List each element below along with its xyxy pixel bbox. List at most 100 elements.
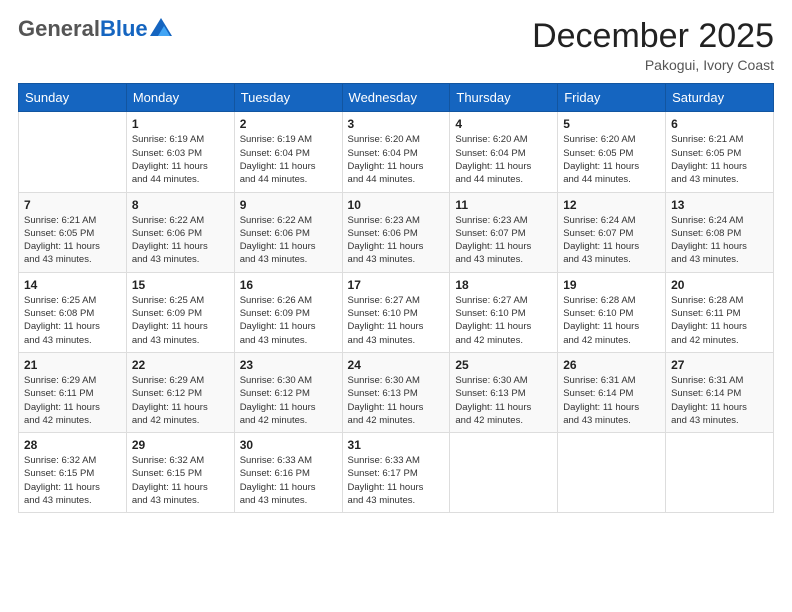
calendar-cell: 30 Sunrise: 6:33 AMSunset: 6:16 PMDayligh… — [234, 433, 342, 513]
day-number: 19 — [563, 278, 660, 292]
calendar-cell: 13 Sunrise: 6:24 AMSunset: 6:08 PMDayligh… — [666, 192, 774, 272]
day-info: Sunrise: 6:33 AMSunset: 6:16 PMDaylight:… — [240, 454, 337, 507]
day-number: 30 — [240, 438, 337, 452]
day-info: Sunrise: 6:19 AMSunset: 6:03 PMDaylight:… — [132, 133, 229, 186]
month-title: December 2025 — [532, 18, 774, 55]
day-info: Sunrise: 6:29 AMSunset: 6:12 PMDaylight:… — [132, 374, 229, 427]
calendar-cell: 11Sunrise: 6:23 AMSunset: 6:07 PMDayligh… — [450, 192, 558, 272]
page: GeneralBlue December 2025 Pakogui, Ivory… — [0, 0, 792, 612]
calendar-cell: 18 Sunrise: 6:27 AMSunset: 6:10 PMDayligh… — [450, 272, 558, 352]
day-number: 18 — [455, 278, 552, 292]
day-info: Sunrise: 6:25 AMSunset: 6:09 PMDaylight:… — [132, 294, 229, 347]
day-info: Sunrise: 6:24 AMSunset: 6:08 PMDaylight:… — [671, 214, 768, 267]
logo-icon — [150, 18, 172, 36]
day-info: Sunrise: 6:25 AMSunset: 6:08 PMDaylight:… — [24, 294, 121, 347]
day-info: Sunrise: 6:20 AMSunset: 6:05 PMDaylight:… — [563, 133, 660, 186]
day-info: Sunrise: 6:23 AMSunset: 6:06 PMDaylight:… — [348, 214, 445, 267]
day-number: 31 — [348, 438, 445, 452]
location: Pakogui, Ivory Coast — [532, 57, 774, 73]
calendar-cell: 12 Sunrise: 6:24 AMSunset: 6:07 PMDayligh… — [558, 192, 666, 272]
logo: GeneralBlue — [18, 18, 172, 40]
calendar-header: Sunday Monday Tuesday Wednesday Thursday… — [19, 84, 774, 112]
day-number: 10 — [348, 198, 445, 212]
day-number: 13 — [671, 198, 768, 212]
title-block: December 2025 Pakogui, Ivory Coast — [532, 18, 774, 73]
weekday-sunday: Sunday — [19, 84, 127, 112]
calendar-cell — [666, 433, 774, 513]
weekday-saturday: Saturday — [666, 84, 774, 112]
calendar-cell: 8 Sunrise: 6:22 AMSunset: 6:06 PMDaylight… — [126, 192, 234, 272]
calendar-cell: 26Sunrise: 6:31 AMSunset: 6:14 PMDayligh… — [558, 352, 666, 432]
day-info: Sunrise: 6:20 AMSunset: 6:04 PMDaylight:… — [455, 133, 552, 186]
day-number: 11 — [455, 198, 552, 212]
day-number: 8 — [132, 198, 229, 212]
calendar-body: 1 Sunrise: 6:19 AMSunset: 6:03 PMDaylight… — [19, 112, 774, 513]
calendar-week-2: 14 Sunrise: 6:25 AMSunset: 6:08 PMDayligh… — [19, 272, 774, 352]
day-info: Sunrise: 6:24 AMSunset: 6:07 PMDaylight:… — [563, 214, 660, 267]
day-number: 6 — [671, 117, 768, 131]
day-number: 27 — [671, 358, 768, 372]
calendar-cell: 10 Sunrise: 6:23 AMSunset: 6:06 PMDayligh… — [342, 192, 450, 272]
day-info: Sunrise: 6:22 AMSunset: 6:06 PMDaylight:… — [240, 214, 337, 267]
day-info: Sunrise: 6:30 AMSunset: 6:13 PMDaylight:… — [455, 374, 552, 427]
weekday-wednesday: Wednesday — [342, 84, 450, 112]
day-number: 4 — [455, 117, 552, 131]
day-info: Sunrise: 6:28 AMSunset: 6:10 PMDaylight:… — [563, 294, 660, 347]
day-info: Sunrise: 6:22 AMSunset: 6:06 PMDaylight:… — [132, 214, 229, 267]
calendar-cell: 1 Sunrise: 6:19 AMSunset: 6:03 PMDaylight… — [126, 112, 234, 192]
day-info: Sunrise: 6:32 AMSunset: 6:15 PMDaylight:… — [132, 454, 229, 507]
day-info: Sunrise: 6:19 AMSunset: 6:04 PMDaylight:… — [240, 133, 337, 186]
day-number: 20 — [671, 278, 768, 292]
day-number: 3 — [348, 117, 445, 131]
calendar-cell: 4 Sunrise: 6:20 AMSunset: 6:04 PMDaylight… — [450, 112, 558, 192]
calendar-cell: 14 Sunrise: 6:25 AMSunset: 6:08 PMDayligh… — [19, 272, 127, 352]
calendar-week-0: 1 Sunrise: 6:19 AMSunset: 6:03 PMDaylight… — [19, 112, 774, 192]
weekday-row: Sunday Monday Tuesday Wednesday Thursday… — [19, 84, 774, 112]
day-number: 2 — [240, 117, 337, 131]
day-info: Sunrise: 6:29 AMSunset: 6:11 PMDaylight:… — [24, 374, 121, 427]
day-info: Sunrise: 6:26 AMSunset: 6:09 PMDaylight:… — [240, 294, 337, 347]
calendar-cell: 17 Sunrise: 6:27 AMSunset: 6:10 PMDayligh… — [342, 272, 450, 352]
calendar-cell: 25Sunrise: 6:30 AMSunset: 6:13 PMDayligh… — [450, 352, 558, 432]
day-number: 23 — [240, 358, 337, 372]
day-info: Sunrise: 6:31 AMSunset: 6:14 PMDaylight:… — [671, 374, 768, 427]
calendar-cell: 27 Sunrise: 6:31 AMSunset: 6:14 PMDayligh… — [666, 352, 774, 432]
day-number: 1 — [132, 117, 229, 131]
day-number: 17 — [348, 278, 445, 292]
calendar-cell — [558, 433, 666, 513]
weekday-thursday: Thursday — [450, 84, 558, 112]
day-number: 9 — [240, 198, 337, 212]
calendar-cell: 5 Sunrise: 6:20 AMSunset: 6:05 PMDaylight… — [558, 112, 666, 192]
day-number: 26 — [563, 358, 660, 372]
day-number: 29 — [132, 438, 229, 452]
day-info: Sunrise: 6:21 AMSunset: 6:05 PMDaylight:… — [24, 214, 121, 267]
calendar-cell: 24Sunrise: 6:30 AMSunset: 6:13 PMDayligh… — [342, 352, 450, 432]
day-number: 12 — [563, 198, 660, 212]
day-number: 15 — [132, 278, 229, 292]
day-info: Sunrise: 6:27 AMSunset: 6:10 PMDaylight:… — [455, 294, 552, 347]
calendar-cell: 6 Sunrise: 6:21 AMSunset: 6:05 PMDaylight… — [666, 112, 774, 192]
day-info: Sunrise: 6:20 AMSunset: 6:04 PMDaylight:… — [348, 133, 445, 186]
day-info: Sunrise: 6:32 AMSunset: 6:15 PMDaylight:… — [24, 454, 121, 507]
calendar-cell: 22Sunrise: 6:29 AMSunset: 6:12 PMDayligh… — [126, 352, 234, 432]
logo-general: General — [18, 16, 100, 41]
day-info: Sunrise: 6:33 AMSunset: 6:17 PMDaylight:… — [348, 454, 445, 507]
weekday-tuesday: Tuesday — [234, 84, 342, 112]
calendar-cell: 23 Sunrise: 6:30 AMSunset: 6:12 PMDayligh… — [234, 352, 342, 432]
calendar-week-1: 7 Sunrise: 6:21 AMSunset: 6:05 PMDaylight… — [19, 192, 774, 272]
day-number: 14 — [24, 278, 121, 292]
day-number: 5 — [563, 117, 660, 131]
calendar-cell: 2 Sunrise: 6:19 AMSunset: 6:04 PMDaylight… — [234, 112, 342, 192]
day-number: 28 — [24, 438, 121, 452]
calendar-cell: 21 Sunrise: 6:29 AMSunset: 6:11 PMDayligh… — [19, 352, 127, 432]
calendar-cell: 7 Sunrise: 6:21 AMSunset: 6:05 PMDaylight… — [19, 192, 127, 272]
calendar-cell: 28 Sunrise: 6:32 AMSunset: 6:15 PMDayligh… — [19, 433, 127, 513]
header: GeneralBlue December 2025 Pakogui, Ivory… — [18, 18, 774, 73]
calendar-cell: 15 Sunrise: 6:25 AMSunset: 6:09 PMDayligh… — [126, 272, 234, 352]
day-number: 21 — [24, 358, 121, 372]
day-number: 7 — [24, 198, 121, 212]
day-info: Sunrise: 6:21 AMSunset: 6:05 PMDaylight:… — [671, 133, 768, 186]
day-info: Sunrise: 6:30 AMSunset: 6:12 PMDaylight:… — [240, 374, 337, 427]
calendar-week-4: 28 Sunrise: 6:32 AMSunset: 6:15 PMDayligh… — [19, 433, 774, 513]
day-info: Sunrise: 6:27 AMSunset: 6:10 PMDaylight:… — [348, 294, 445, 347]
